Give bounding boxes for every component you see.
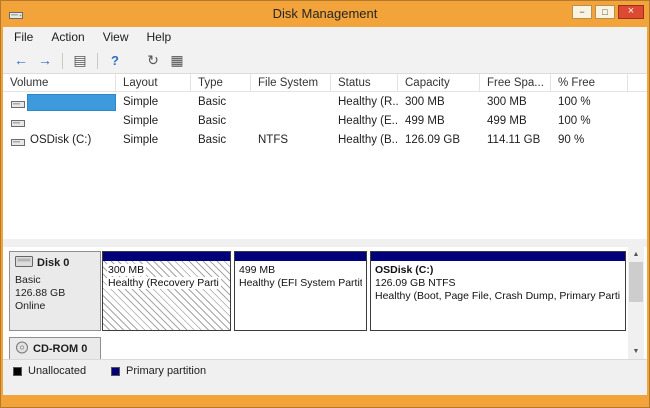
refresh-icon[interactable]: ↻ [142, 51, 164, 70]
cell-type: Basic [191, 112, 251, 131]
title-bar[interactable]: Disk Management − □ × [1, 1, 649, 27]
partition-label: OSDisk (C:) [375, 264, 621, 277]
column-pct-free[interactable]: % Free [551, 74, 628, 92]
partition-color-band [103, 252, 230, 261]
cdrom0-info-panel[interactable]: CD-ROM 0 DVD ( [9, 337, 101, 359]
cell-volume: OSDisk (C:) [27, 131, 116, 150]
minimize-button[interactable]: − [572, 5, 592, 19]
cell-layout: Simple [116, 131, 191, 150]
cell-status: Healthy (R... [331, 93, 398, 112]
cell-free-space: 499 MB [480, 112, 551, 131]
partition-color-band [235, 252, 366, 261]
column-status[interactable]: Status [331, 74, 398, 92]
disk-status: Online [15, 300, 95, 313]
disk0-partitions: 300 MB Healthy (Recovery Parti 499 MB He… [102, 251, 626, 331]
scroll-down-icon[interactable]: ▼ [628, 344, 644, 359]
column-volume[interactable]: Volume [3, 74, 116, 92]
window-content: File Action View Help ← → ▤ ? ↻ ▦ Volume… [3, 27, 647, 395]
forward-icon[interactable]: → [34, 51, 56, 70]
cell-capacity: 499 MB [398, 112, 480, 131]
partition-osdisk[interactable]: OSDisk (C:) 126.09 GB NTFS Healthy (Boot… [370, 251, 626, 331]
legend-unallocated: Unallocated [13, 365, 86, 377]
menu-action[interactable]: Action [42, 27, 93, 48]
maximize-button[interactable]: □ [595, 5, 615, 19]
table-row[interactable]: Simple Basic Healthy (E... 499 MB 499 MB… [3, 112, 647, 131]
disk-name: Disk 0 [37, 257, 69, 270]
cell-free-space: 114.11 GB [480, 131, 551, 150]
help-icon[interactable]: ? [104, 51, 126, 70]
console-tree-icon[interactable]: ▤ [69, 51, 91, 70]
partition-size: 300 MB [107, 264, 226, 277]
menu-file[interactable]: File [5, 27, 42, 48]
toolbar-separator [62, 53, 63, 69]
column-free-space[interactable]: Free Spa... [480, 74, 551, 92]
menu-help[interactable]: Help [138, 27, 181, 48]
disk-capacity: 126.88 GB [15, 287, 95, 300]
unallocated-swatch [13, 367, 22, 376]
cell-capacity: 300 MB [398, 93, 480, 112]
cell-pct-free: 100 % [551, 112, 628, 131]
drive-icon [9, 8, 23, 20]
toolbar: ← → ▤ ? ↻ ▦ [3, 48, 647, 74]
scroll-up-icon[interactable]: ▲ [628, 247, 644, 262]
cell-type: Basic [191, 93, 251, 112]
back-icon[interactable]: ← [10, 51, 32, 70]
partition-status: Healthy (Boot, Page File, Crash Dump, Pr… [375, 290, 621, 303]
pane-splitter[interactable] [3, 239, 647, 247]
cdrom-icon [15, 341, 29, 358]
cell-volume [27, 93, 116, 112]
cell-file-system: NTFS [251, 131, 331, 150]
partition-status: Healthy (Recovery Parti [107, 277, 226, 290]
cell-layout: Simple [116, 93, 191, 112]
cell-type: Basic [191, 131, 251, 150]
cell-file-system [251, 112, 331, 131]
volume-icon [11, 135, 25, 153]
cell-free-space: 300 MB [480, 93, 551, 112]
cell-capacity: 126.09 GB [398, 131, 480, 150]
menu-view[interactable]: View [94, 27, 138, 48]
partition-size: 126.09 GB NTFS [375, 277, 621, 290]
partition-size: 499 MB [239, 264, 362, 277]
cell-status: Healthy (B... [331, 131, 398, 150]
cell-status: Healthy (E... [331, 112, 398, 131]
partition-color-band [371, 252, 625, 261]
close-button[interactable]: × [618, 5, 644, 19]
column-file-system[interactable]: File System [251, 74, 331, 92]
column-layout[interactable]: Layout [116, 74, 191, 92]
cell-file-system [251, 93, 331, 112]
table-row[interactable]: Simple Basic Healthy (R... 300 MB 300 MB… [3, 93, 647, 112]
primary-partition-swatch [111, 367, 120, 376]
partition-recovery[interactable]: 300 MB Healthy (Recovery Parti [102, 251, 231, 331]
scrollbar-thumb[interactable] [629, 262, 643, 302]
disk0-info-panel[interactable]: Disk 0 Basic 126.88 GB Online [9, 251, 101, 331]
column-capacity[interactable]: Capacity [398, 74, 480, 92]
graphical-view: Disk 0 Basic 126.88 GB Online 300 MB Hea… [3, 247, 647, 359]
column-type[interactable]: Type [191, 74, 251, 92]
cdrom-name: CD-ROM 0 [33, 343, 87, 356]
legend-primary-partition: Primary partition [111, 365, 206, 377]
toolbar-separator [97, 53, 98, 69]
disk-type: Basic [15, 274, 95, 287]
disk-icon [15, 255, 33, 272]
disk-management-window: Disk Management − □ × File Action View H… [0, 0, 650, 408]
legend-bar: Unallocated Primary partition [3, 359, 647, 395]
cell-layout: Simple [116, 112, 191, 131]
window-title: Disk Management [1, 1, 649, 27]
cell-volume [27, 112, 116, 131]
table-row[interactable]: OSDisk (C:) Simple Basic NTFS Healthy (B… [3, 131, 647, 150]
partition-efi[interactable]: 499 MB Healthy (EFI System Partit [234, 251, 367, 331]
menu-bar: File Action View Help [3, 27, 647, 48]
vertical-scrollbar[interactable]: ▲ ▼ [628, 247, 644, 359]
cell-pct-free: 100 % [551, 93, 628, 112]
volume-list: Volume Layout Type File System Status Ca… [3, 74, 647, 239]
partition-status: Healthy (EFI System Partit [239, 277, 362, 290]
volume-list-header: Volume Layout Type File System Status Ca… [3, 74, 647, 92]
action-pane-icon[interactable]: ▦ [166, 51, 188, 70]
cell-pct-free: 90 % [551, 131, 628, 150]
